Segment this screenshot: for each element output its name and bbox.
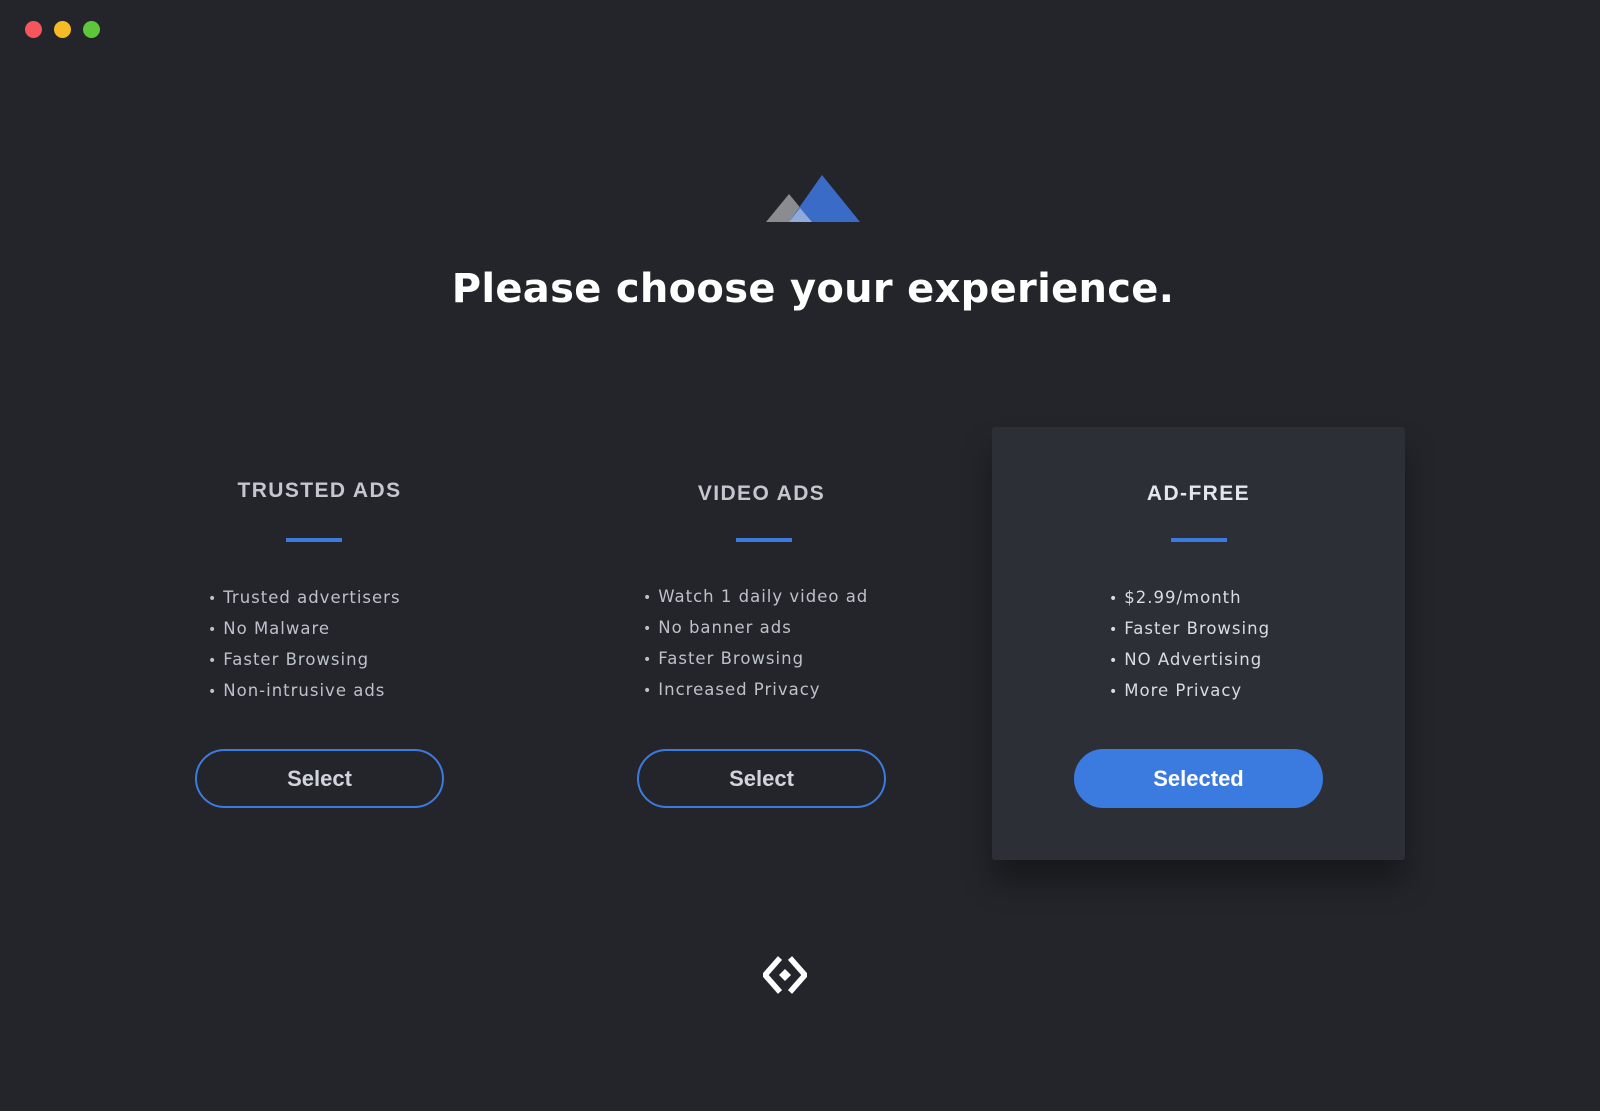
feature-list: • Trusted advertisers • No Malware • Faster… (208, 583, 401, 707)
zoom-window-button[interactable] (83, 21, 100, 38)
title-underline (1171, 538, 1227, 542)
feature-item: • $2.99/month (1109, 588, 1242, 607)
plan-card-ad-free: AD-FREE • $2.99/month • Faster Browsing • N… (992, 427, 1405, 860)
plan-title: VIDEO ADS (697, 482, 826, 505)
mountains-icon (766, 175, 860, 222)
feature-item: • Increased Privacy (643, 680, 821, 699)
diamond-brackets-logo-icon (763, 956, 807, 994)
feature-item: • No banner ads (643, 618, 792, 637)
minimize-window-button[interactable] (54, 21, 71, 38)
feature-item: • Trusted advertisers (208, 588, 401, 607)
title-underline (736, 538, 792, 542)
plan-title: AD-FREE (1146, 482, 1251, 505)
feature-item: • No Malware (208, 619, 331, 638)
window-controls (25, 21, 100, 38)
feature-item: • Faster Browsing (208, 650, 370, 669)
selected-ad-free-button[interactable]: Selected (1074, 749, 1323, 808)
select-video-ads-button[interactable]: Select (637, 749, 886, 808)
page-title: Please choose your experience. (451, 266, 1175, 312)
select-trusted-ads-button[interactable]: Select (195, 749, 444, 808)
plan-title: TRUSTED ADS (237, 479, 402, 502)
feature-list: • Watch 1 daily video ad • No banner ads •… (643, 582, 868, 706)
feature-item: • More Privacy (1109, 681, 1243, 700)
feature-item: • NO Advertising (1109, 650, 1263, 669)
feature-item: • Faster Browsing (1109, 619, 1271, 638)
title-underline (286, 538, 342, 542)
plan-card-video-ads: VIDEO ADS • Watch 1 daily video ad • No ba… (555, 427, 968, 860)
close-window-button[interactable] (25, 21, 42, 38)
feature-item: • Non-intrusive ads (208, 681, 386, 700)
feature-list: • $2.99/month • Faster Browsing • NO Advert… (1109, 583, 1270, 707)
feature-item: • Watch 1 daily video ad (643, 587, 869, 606)
feature-item: • Faster Browsing (643, 649, 805, 668)
plan-card-trusted-ads: TRUSTED ADS • Trusted advertisers • No Mal… (113, 427, 526, 860)
